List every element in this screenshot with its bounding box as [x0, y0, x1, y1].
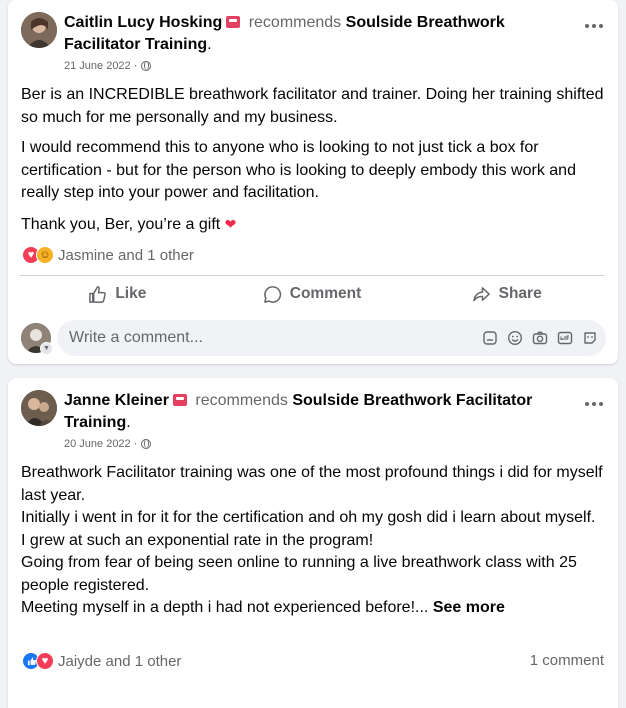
more-options-icon — [585, 402, 589, 406]
like-label: Like — [115, 285, 147, 302]
post-actions: Like Comment Share — [20, 276, 604, 312]
avatar-sticker-icon[interactable] — [581, 330, 598, 347]
globe-icon — [141, 439, 152, 449]
globe-icon — [141, 61, 152, 71]
current-user-avatar[interactable]: ▼ — [21, 323, 53, 355]
reactions-summary[interactable]: ♥ ☺ Jasmine and 1 other — [22, 246, 194, 264]
post-line-text: Meeting myself in a depth i had not expe… — [21, 599, 429, 616]
post-line: Breathwork Facilitator training was one … — [21, 464, 603, 504]
author-name[interactable]: Janne Kleiner — [64, 392, 169, 409]
thumbs-up-icon — [89, 285, 107, 303]
comment-composer: ▼ Write a comment... — [21, 320, 606, 356]
reactions-label[interactable]: Jaiyde and 1 other — [58, 653, 181, 670]
post-line: Initially i went in for it for the certi… — [21, 509, 596, 526]
post-paragraph: I would recommend this to anyone who is … — [21, 139, 576, 201]
gif-icon[interactable] — [556, 330, 573, 347]
post-meta: 21 June 2022 · — [64, 60, 152, 72]
author-avatar[interactable] — [21, 12, 57, 48]
see-more-link[interactable]: See more — [433, 599, 505, 616]
comment-button[interactable]: Comment — [215, 276, 410, 312]
reactions-summary[interactable]: ♥ Jaiyde and 1 other — [22, 652, 181, 670]
share-label: Share — [498, 285, 542, 302]
love-reaction-icon: ♥ — [36, 652, 54, 670]
more-options-button[interactable] — [582, 16, 606, 36]
post-meta: 20 June 2022 · — [64, 438, 152, 450]
comment-placeholder: Write a comment... — [69, 329, 203, 346]
recommends-text: recommends — [195, 392, 288, 409]
recommendation-post-2: Janne Kleiner recommends Soulside Breath… — [8, 378, 618, 708]
author-avatar[interactable] — [21, 390, 57, 426]
comment-input[interactable]: Write a comment... — [57, 320, 606, 356]
recommends-text: recommends — [248, 14, 342, 31]
haha-reaction-icon: ☺ — [36, 246, 54, 264]
post-line: Meeting myself in a depth i had not expe… — [21, 597, 604, 620]
post-header: Caitlin Lucy Hosking recommends Soulside… — [64, 14, 505, 53]
camera-icon[interactable] — [531, 330, 548, 347]
more-options-button[interactable] — [582, 394, 606, 414]
comment-label: Comment — [289, 285, 362, 302]
reactions-label[interactable]: Jasmine and 1 other — [58, 247, 194, 264]
recommend-badge-icon — [172, 394, 187, 406]
share-arrow-icon — [472, 286, 490, 301]
share-button[interactable]: Share — [409, 276, 604, 312]
post-paragraph: Thank you, Ber, you’re a gift ❤ — [21, 213, 604, 237]
emoji-icon[interactable] — [506, 330, 523, 347]
post-date[interactable]: 21 June 2022 · — [64, 60, 137, 72]
post-body: Ber is an INCREDIBLE breathwork facilita… — [21, 84, 604, 244]
post-body: Breathwork Facilitator training was one … — [21, 462, 604, 620]
post-paragraph: Ber is an INCREDIBLE breathwork facilita… — [21, 86, 604, 126]
more-options-icon — [585, 24, 589, 28]
post-line: Going from fear of being seen online to … — [21, 554, 577, 594]
post-line: I grew at such an exponential rate in th… — [21, 531, 374, 549]
post-date[interactable]: 20 June 2022 · — [64, 438, 137, 450]
sticker-icon[interactable] — [481, 330, 498, 347]
comment-tools — [481, 330, 598, 347]
speech-bubble-icon — [263, 285, 281, 303]
recommendation-post-1: Caitlin Lucy Hosking recommends Soulside… — [8, 0, 618, 364]
author-name[interactable]: Caitlin Lucy Hosking — [64, 14, 222, 31]
recommend-badge-icon — [226, 16, 241, 28]
post-header: Janne Kleiner recommends Soulside Breath… — [64, 392, 533, 431]
post-paragraph-text: Thank you, Ber, you’re a gift — [21, 215, 221, 233]
like-button[interactable]: Like — [20, 276, 215, 312]
comment-count[interactable]: 1 comment — [530, 652, 604, 669]
chevron-down-icon[interactable]: ▼ — [40, 342, 53, 355]
heart-emoji-icon: ❤ — [224, 215, 237, 232]
